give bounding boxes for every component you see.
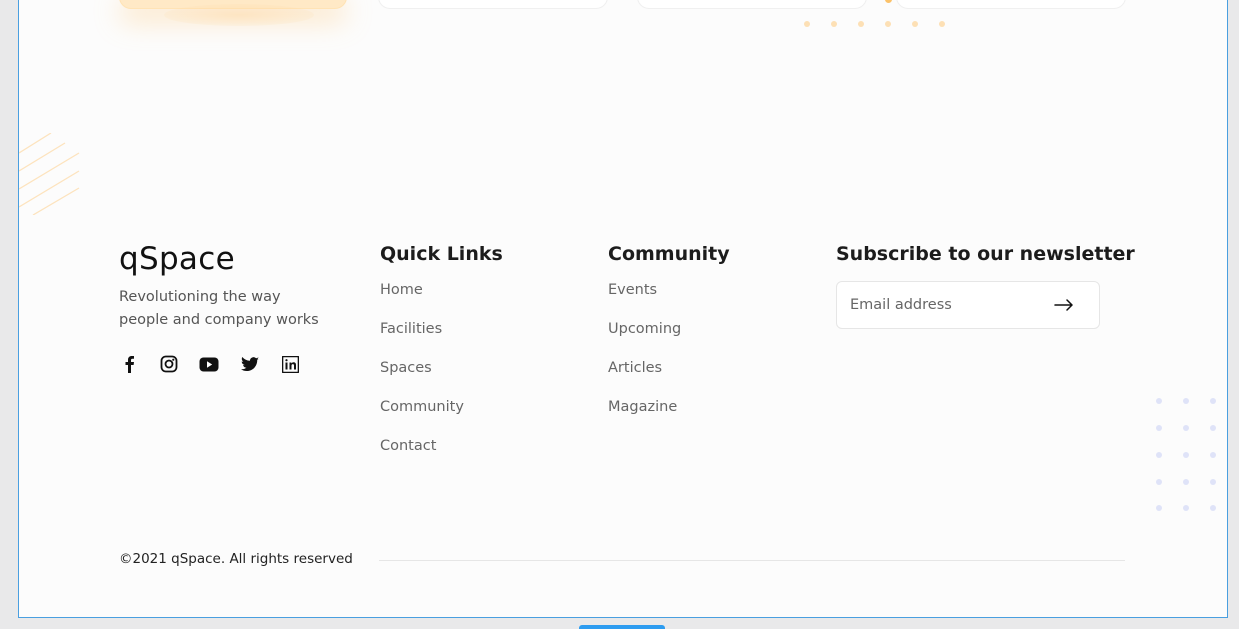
- facebook-icon[interactable]: [119, 354, 139, 374]
- newsletter-column: Subscribe to our newsletter: [836, 240, 1135, 329]
- footer-link-articles[interactable]: Articles: [608, 359, 730, 377]
- newsletter-heading: Subscribe to our newsletter: [836, 243, 1135, 265]
- logo[interactable]: qSpace: [119, 239, 329, 279]
- email-field[interactable]: [850, 282, 1050, 328]
- quick-links-column: Quick Links Home Facilities Spaces Commu…: [380, 240, 503, 476]
- card-glow: [164, 4, 314, 26]
- feature-card[interactable]: [896, 0, 1126, 9]
- page-frame: qSpace Revolutioning the way people and …: [18, 0, 1228, 618]
- footer-link-community[interactable]: Community: [380, 398, 503, 416]
- footer-link-magazine[interactable]: Magazine: [608, 398, 730, 416]
- footer-link-contact[interactable]: Contact: [380, 437, 503, 455]
- footer-link-home[interactable]: Home: [380, 281, 503, 299]
- decorative-hatch: [19, 133, 80, 215]
- community-column: Community Events Upcoming Articles Magaz…: [608, 240, 730, 437]
- arrow-right-icon[interactable]: [1053, 296, 1075, 314]
- footer-link-events[interactable]: Events: [608, 281, 730, 299]
- copyright-text: ©2021 qSpace. All rights reserved: [119, 551, 353, 567]
- community-heading: Community: [608, 243, 730, 265]
- twitter-icon[interactable]: [240, 354, 260, 374]
- footer-link-facilities[interactable]: Facilities: [380, 320, 503, 338]
- footer-link-spaces[interactable]: Spaces: [380, 359, 503, 377]
- feature-card[interactable]: [378, 0, 608, 9]
- linkedin-icon[interactable]: [280, 354, 300, 374]
- carousel-dot[interactable]: [885, 0, 892, 3]
- youtube-icon[interactable]: [199, 354, 219, 374]
- instagram-icon[interactable]: [159, 354, 179, 374]
- scroll-indicator[interactable]: [579, 625, 665, 629]
- footer-link-upcoming[interactable]: Upcoming: [608, 320, 730, 338]
- quick-links-heading: Quick Links: [380, 243, 503, 265]
- footer-brand: qSpace Revolutioning the way people and …: [119, 239, 329, 373]
- newsletter-form: [836, 281, 1100, 329]
- footer-divider: [379, 560, 1125, 561]
- tagline: Revolutioning the way people and company…: [119, 289, 319, 328]
- feature-card[interactable]: [637, 0, 867, 9]
